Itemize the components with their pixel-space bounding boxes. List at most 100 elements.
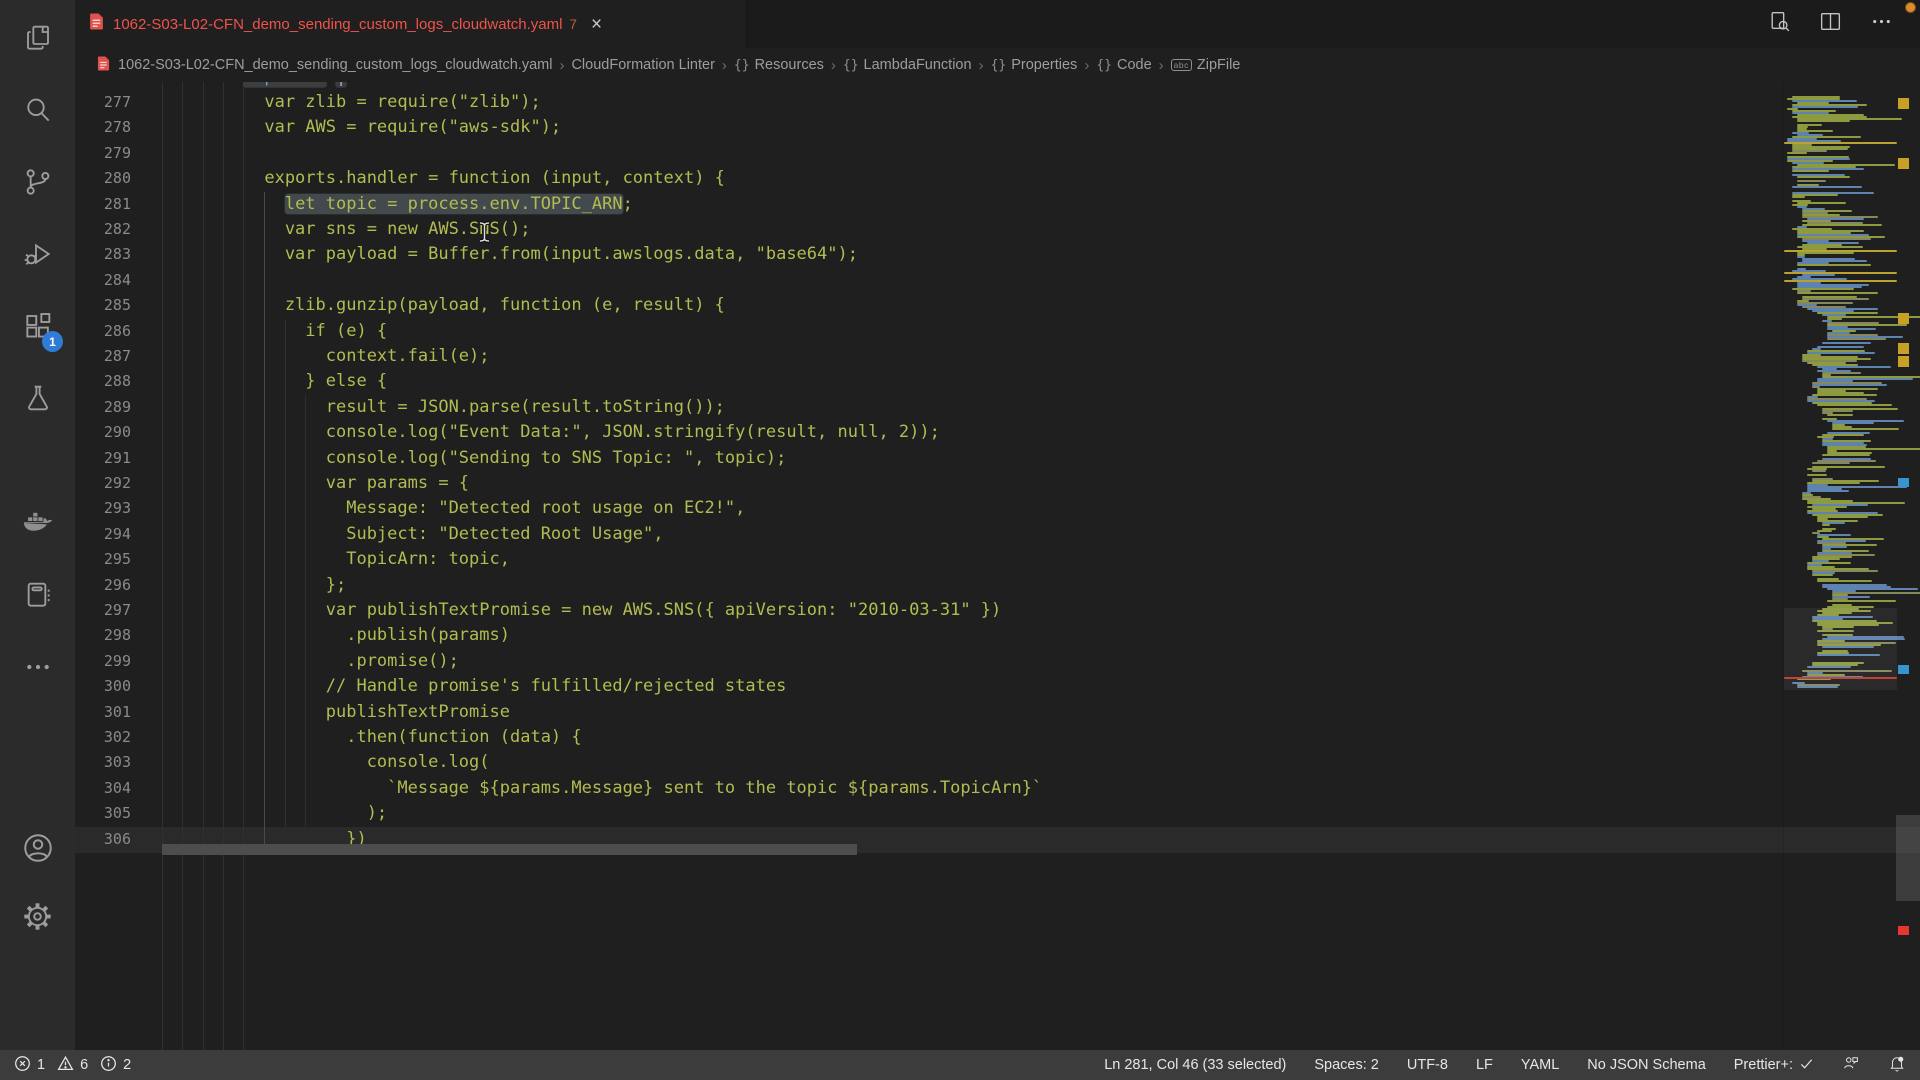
sidebar-item-run-debug[interactable] <box>0 230 75 282</box>
line-number[interactable]: 300 <box>104 674 131 699</box>
code-line[interactable]: .promise(); <box>162 649 459 674</box>
line-number[interactable]: 288 <box>104 369 131 394</box>
tab-active-file[interactable]: 1062-S03-L02-CFN_demo_sending_custom_log… <box>75 0 747 48</box>
schema-status[interactable]: No JSON Schema <box>1587 1057 1705 1073</box>
minimap[interactable] <box>1783 82 1896 1050</box>
code-line[interactable]: .then(function (data) { <box>162 725 582 750</box>
line-number[interactable]: 292 <box>104 471 131 496</box>
line-number[interactable]: 289 <box>104 395 131 420</box>
line-number[interactable]: 303 <box>104 750 131 775</box>
line-number[interactable]: 295 <box>104 547 131 572</box>
line-number[interactable]: 293 <box>104 496 131 521</box>
line-number[interactable]: 304 <box>104 776 131 801</box>
code-line[interactable]: console.log( <box>162 750 490 775</box>
minimap-slider[interactable] <box>1784 608 1897 690</box>
breadcrumb-item-linter[interactable]: CloudFormation Linter <box>571 57 714 73</box>
tab-close-button[interactable]: × <box>591 15 602 34</box>
code-line[interactable]: Subject: "Detected Root Usage", <box>162 522 664 547</box>
code-line[interactable]: var payload = Buffer.from(input.awslogs.… <box>162 242 858 267</box>
sidebar-item-extensions[interactable]: 1 <box>0 302 75 354</box>
code-line[interactable]: publishTextPromise <box>162 700 510 725</box>
code-line[interactable]: console.log("Sending to SNS Topic: ", to… <box>162 446 786 471</box>
code-line[interactable]: var AWS = require("aws-sdk"); <box>162 115 561 140</box>
indentation-status[interactable]: Spaces: 2 <box>1314 1057 1379 1073</box>
breadcrumb-item-properties[interactable]: {}Properties <box>991 57 1078 73</box>
code-editor[interactable]: ZipFile: | var zlib = require("zlib"); v… <box>75 82 1920 1050</box>
code-line[interactable]: console.log("Event Data:", JSON.stringif… <box>162 420 940 445</box>
vertical-scrollbar-thumb[interactable] <box>1896 815 1920 901</box>
settings-button[interactable] <box>0 893 75 945</box>
code-line[interactable]: result = JSON.parse(result.toString()); <box>162 395 725 420</box>
line-number[interactable]: 287 <box>104 344 131 369</box>
sidebar-item-more[interactable] <box>0 643 75 695</box>
code-line[interactable]: var zlib = require("zlib"); <box>162 90 541 115</box>
cursor-position[interactable]: Ln 281, Col 46 (33 selected) <box>1104 1057 1286 1073</box>
line-number[interactable]: 290 <box>104 420 131 445</box>
line-number[interactable]: 294 <box>104 522 131 547</box>
breadcrumb-item-code[interactable]: {}Code <box>1096 57 1151 73</box>
line-number[interactable]: 286 <box>104 319 131 344</box>
line-number[interactable]: 305 <box>104 801 131 826</box>
line-number[interactable]: 298 <box>104 623 131 648</box>
line-number[interactable]: 297 <box>104 598 131 623</box>
code-line[interactable]: zlib.gunzip(payload, function (e, result… <box>162 293 725 318</box>
breadcrumb-file[interactable]: 1062-S03-L02-CFN_demo_sending_custom_log… <box>118 57 552 73</box>
minimap-line <box>1807 490 1849 492</box>
line-number[interactable]: 277 <box>104 90 131 115</box>
line-number[interactable]: 282 <box>104 217 131 242</box>
line-number[interactable]: 279 <box>104 141 131 166</box>
line-number[interactable]: 284 <box>104 268 131 293</box>
horizontal-scrollbar-thumb[interactable] <box>162 844 857 855</box>
code-line[interactable]: context.fail(e); <box>162 344 490 369</box>
breadcrumb-item-zipfile[interactable]: abcZipFile <box>1171 57 1241 73</box>
notifications-button[interactable] <box>1888 1054 1906 1076</box>
eol-status[interactable]: LF <box>1476 1057 1493 1073</box>
code-line[interactable]: TopicArn: topic, <box>162 547 510 572</box>
code-area[interactable]: ZipFile: | var zlib = require("zlib"); v… <box>75 82 1920 1050</box>
encoding-status[interactable]: UTF-8 <box>1407 1057 1448 1073</box>
code-line[interactable]: } else { <box>162 369 387 394</box>
overview-ruler[interactable] <box>1896 82 1920 1050</box>
code-line[interactable]: .publish(params) <box>162 623 510 648</box>
breadcrumb-item-resources[interactable]: {}Resources <box>734 57 824 73</box>
code-line[interactable]: `Message ${params.Message} sent to the t… <box>162 776 1042 801</box>
open-changes-icon[interactable] <box>1767 9 1792 39</box>
problems-status[interactable]: 1 6 2 <box>14 1055 137 1076</box>
code-line[interactable]: var publishTextPromise = new AWS.SNS({ a… <box>162 598 1001 623</box>
split-editor-icon[interactable] <box>1818 9 1843 39</box>
code-line[interactable]: // Handle promise's fulfilled/rejected s… <box>162 674 786 699</box>
line-number[interactable]: 302 <box>104 725 131 750</box>
code-line[interactable]: let topic = process.env.TOPIC_ARN; <box>162 192 633 217</box>
sidebar-item-testing[interactable] <box>0 374 75 426</box>
line-number[interactable]: 276 <box>104 82 131 90</box>
line-number[interactable]: 285 <box>104 293 131 318</box>
code-line[interactable]: var sns = new AWS.SNS(); <box>162 217 530 242</box>
line-number[interactable]: 281 <box>104 192 131 217</box>
sidebar-item-notebook[interactable] <box>0 571 75 623</box>
sidebar-item-search[interactable] <box>0 86 75 138</box>
line-number[interactable]: 278 <box>104 115 131 140</box>
breadcrumb-item-lambdafunction[interactable]: {}LambdaFunction <box>843 57 972 73</box>
code-line[interactable]: ZipFile: | <box>162 82 346 90</box>
more-actions-icon[interactable] <box>1869 9 1894 39</box>
code-line[interactable]: }; <box>162 573 346 598</box>
code-line[interactable]: Message: "Detected root usage on EC2!", <box>162 496 745 521</box>
line-number[interactable]: 291 <box>104 446 131 471</box>
line-number[interactable]: 299 <box>104 649 131 674</box>
sidebar-item-source-control[interactable] <box>0 158 75 210</box>
formatter-status[interactable]: Prettier+: <box>1734 1056 1814 1075</box>
accounts-button[interactable] <box>0 824 75 876</box>
code-line[interactable]: if (e) { <box>162 319 387 344</box>
line-number[interactable]: 301 <box>104 700 131 725</box>
line-number[interactable]: 306 <box>104 827 131 852</box>
line-number[interactable]: 280 <box>104 166 131 191</box>
line-number[interactable]: 283 <box>104 242 131 267</box>
language-mode[interactable]: YAML <box>1521 1057 1559 1073</box>
sidebar-item-docker[interactable] <box>0 499 75 551</box>
code-line[interactable]: exports.handler = function (input, conte… <box>162 166 725 191</box>
sidebar-item-explorer[interactable] <box>0 14 75 66</box>
line-number[interactable]: 296 <box>104 573 131 598</box>
feedback-button[interactable] <box>1842 1054 1860 1076</box>
code-line[interactable]: ); <box>162 801 387 826</box>
code-line[interactable]: var params = { <box>162 471 469 496</box>
